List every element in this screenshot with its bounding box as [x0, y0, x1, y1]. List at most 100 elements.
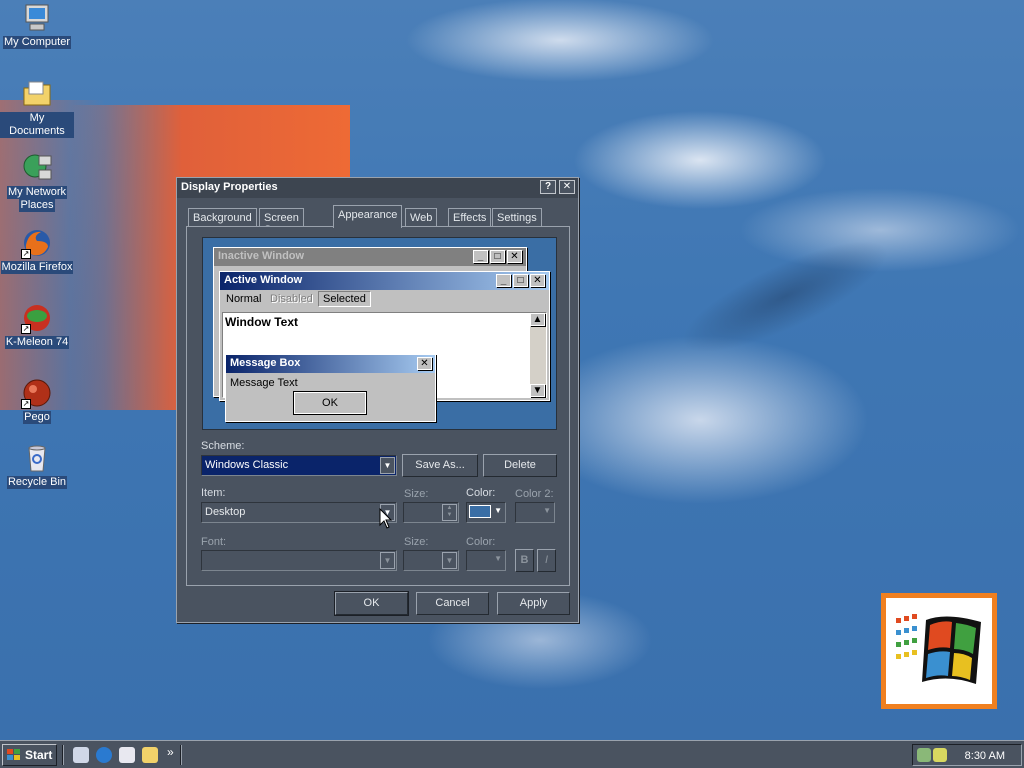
- desktop-icon-my-computer[interactable]: My Computer: [0, 2, 74, 49]
- clock[interactable]: 8:30 AM: [965, 750, 1005, 762]
- scroll-down-icon: ▼: [530, 384, 545, 397]
- desktop-icon-label: My Computer: [2, 36, 72, 49]
- font-size-dropdown[interactable]: ▼: [403, 550, 459, 571]
- explorer-icon[interactable]: [142, 747, 158, 763]
- chevron-down-icon: ▼: [494, 554, 502, 563]
- scroll-up-icon: ▲: [530, 313, 545, 326]
- preview-inactive-title: Inactive Window: [218, 250, 305, 262]
- chevron-down-icon: ▼: [494, 506, 502, 515]
- font-size-label: Size:: [404, 536, 429, 548]
- apply-button[interactable]: Apply: [497, 592, 570, 615]
- close-button[interactable]: ✕: [559, 180, 575, 194]
- close-icon: ✕: [507, 250, 522, 263]
- maximize-icon: □: [490, 250, 505, 263]
- desktop-icon-label-line2: Places: [19, 199, 55, 212]
- size-label: Size:: [404, 488, 429, 500]
- recycle-bin-icon: [21, 442, 53, 474]
- shortcut-arrow-icon: ↗: [21, 249, 31, 259]
- color2-label: Color 2:: [515, 488, 554, 500]
- color2-picker-button[interactable]: ▼: [515, 502, 555, 523]
- preview-window-text: Window Text: [225, 315, 298, 329]
- kmeleon-icon: ↗: [21, 302, 53, 334]
- preview-msgbox-ok: OK: [293, 391, 367, 415]
- desktop-icon-my-network-places[interactable]: My Network Places: [0, 152, 74, 212]
- tab-effects[interactable]: Effects: [448, 208, 492, 227]
- desktop-icon-label: Mozilla Firefox: [0, 261, 74, 274]
- tab-web[interactable]: Web: [405, 208, 438, 227]
- chevron-down-icon: ▼: [543, 506, 551, 515]
- italic-button[interactable]: I: [537, 549, 556, 572]
- appearance-panel: Inactive Window _ □ ✕ Active Window _ □ …: [186, 226, 570, 586]
- item-size-spinner[interactable]: ▲ ▼: [403, 502, 459, 523]
- mouse-cursor-icon: [379, 508, 393, 529]
- chevron-down-icon[interactable]: ▼: [380, 552, 395, 569]
- save-as-button[interactable]: Save As...: [402, 454, 478, 477]
- taskbar-separator: [62, 745, 64, 765]
- font-label: Font:: [201, 536, 227, 548]
- preview-active-title: Active Window: [224, 274, 303, 286]
- tab-appearance[interactable]: Appearance: [333, 205, 403, 228]
- preview-msgbox-title: Message Box: [230, 357, 301, 369]
- network-icon: [21, 152, 53, 184]
- preview-msgbox-titlebar: Message Box ✕: [226, 355, 435, 373]
- ok-button[interactable]: OK: [334, 591, 409, 616]
- windows-flag-icon: [7, 749, 20, 760]
- taskbar: Start » 8:30 AM: [0, 740, 1024, 768]
- volume-tray-icon[interactable]: [933, 748, 947, 762]
- spinner-arrows-icon[interactable]: ▲ ▼: [442, 504, 457, 521]
- show-desktop-icon[interactable]: [73, 747, 89, 763]
- font-dropdown[interactable]: ▼: [201, 550, 397, 571]
- quicklaunch-chevron[interactable]: »: [167, 745, 174, 759]
- start-button[interactable]: Start: [2, 744, 57, 766]
- preview-active-titlebar: Active Window _ □ ✕: [220, 272, 549, 290]
- pego-icon: ↗: [21, 377, 53, 409]
- folder-icon: [21, 78, 53, 110]
- preview-message-box: Message Box ✕ Message Text OK: [225, 354, 436, 422]
- delete-button[interactable]: Delete: [483, 454, 557, 477]
- desktop-icon-my-documents[interactable]: My Documents: [0, 78, 74, 138]
- close-icon: ✕: [417, 357, 432, 370]
- desktop-icon-k-meleon[interactable]: ↗ K-Meleon 74: [0, 302, 74, 349]
- desktop-icon-mozilla-firefox[interactable]: ↗ Mozilla Firefox: [0, 227, 74, 274]
- item-value: Desktop: [205, 506, 246, 518]
- help-button[interactable]: ?: [540, 180, 556, 194]
- item-dropdown[interactable]: Desktop ▼: [201, 502, 397, 523]
- appearance-preview[interactable]: Inactive Window _ □ ✕ Active Window _ □ …: [202, 237, 557, 430]
- preview-scrollbar: ▲ ▼: [530, 313, 546, 397]
- tab-screen-saver[interactable]: Screen Saver: [259, 208, 304, 236]
- scheme-value: Windows Classic: [205, 459, 289, 471]
- preview-menu-disabled: Disabled: [270, 293, 313, 305]
- bold-button[interactable]: B: [515, 549, 534, 572]
- dialog-titlebar[interactable]: Display Properties ? ✕: [177, 178, 578, 198]
- preview-menu-selected: Selected: [318, 291, 371, 307]
- tab-background[interactable]: Background: [188, 208, 257, 227]
- tab-settings[interactable]: Settings: [492, 208, 542, 227]
- internet-explorer-icon[interactable]: [96, 747, 112, 763]
- desktop-icon-label: My Network: [6, 186, 68, 199]
- preview-inactive-titlebar: Inactive Window _ □ ✕: [214, 248, 526, 266]
- taskbar-separator: [180, 745, 182, 765]
- desktop-icon-pego[interactable]: ↗ Pego: [0, 377, 74, 424]
- desktop-icon-label: Pego: [23, 411, 51, 424]
- scheme-dropdown[interactable]: Windows Classic ▼: [201, 455, 397, 476]
- preview-msgbox-text: Message Text: [230, 377, 298, 389]
- desktop-icon-label: My Documents: [0, 112, 74, 138]
- desktop-icon-recycle-bin[interactable]: Recycle Bin: [0, 442, 74, 489]
- color-picker-button[interactable]: ▼: [466, 502, 506, 523]
- maximize-icon: □: [513, 274, 528, 287]
- minimize-icon: _: [473, 250, 488, 263]
- item-label: Item:: [201, 487, 226, 499]
- system-tray: 8:30 AM: [912, 744, 1022, 766]
- font-color-label: Color:: [466, 536, 496, 548]
- font-color-button[interactable]: ▼: [466, 550, 506, 571]
- minimize-icon: _: [496, 274, 511, 287]
- dialog-title: Display Properties: [181, 181, 278, 193]
- chevron-down-icon[interactable]: ▼: [380, 457, 395, 474]
- chevron-down-icon[interactable]: ▼: [442, 552, 457, 569]
- close-icon: ✕: [530, 274, 545, 287]
- outlook-express-icon[interactable]: [119, 747, 135, 763]
- cancel-button[interactable]: Cancel: [416, 592, 489, 615]
- computer-icon: [21, 2, 53, 34]
- network-tray-icon[interactable]: [917, 748, 931, 762]
- preview-menu-normal: Normal: [226, 293, 262, 305]
